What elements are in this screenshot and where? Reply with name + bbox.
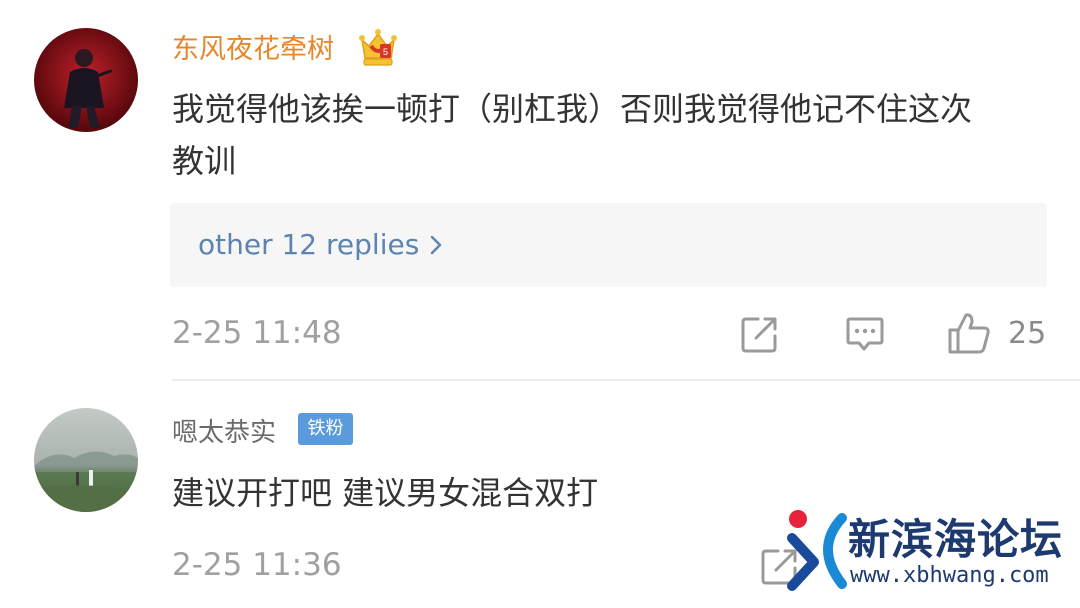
svg-text:5: 5: [383, 47, 388, 57]
comment-timestamp: 2-25 11:48: [172, 315, 342, 351]
share-icon[interactable]: [740, 314, 780, 354]
divider: [172, 379, 1080, 381]
view-replies-link[interactable]: other 12 replies: [198, 225, 443, 267]
replies-link-label: other 12 replies: [198, 228, 420, 261]
username[interactable]: 嗯太恭实: [172, 414, 276, 452]
comment-text-line: 教训: [172, 142, 237, 180]
watermark-url: www.xbhwang.com: [850, 563, 1049, 588]
chevron-right-icon: [429, 227, 443, 267]
fan-badge: 铁粉: [298, 413, 353, 445]
avatar[interactable]: [34, 28, 138, 132]
comment-icon[interactable]: [845, 314, 885, 354]
like-count: 25: [1008, 316, 1047, 351]
watermark-logo-icon: [784, 508, 848, 592]
avatar[interactable]: [34, 408, 138, 512]
watermark-name: 新滨海论坛: [848, 515, 1064, 564]
comment-timestamp: 2-25 11:36: [172, 547, 342, 583]
username[interactable]: 东风夜花牵树: [172, 30, 334, 70]
replies-box[interactable]: other 12 replies: [170, 203, 1047, 287]
comment-text-line: 我觉得他该挨一顿打（别杠我）否则我觉得他记不住这次: [172, 90, 973, 128]
like-icon[interactable]: [946, 310, 992, 356]
comment-text: 建议开打吧 建议男女混合双打: [172, 474, 599, 512]
vip-crown-icon: 5: [356, 26, 400, 70]
